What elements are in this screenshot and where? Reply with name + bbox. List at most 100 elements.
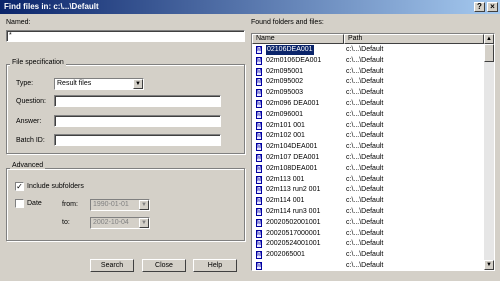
- table-row[interactable]: M 02m095003 c:\...\Default: [252, 88, 484, 99]
- results-list[interactable]: Name Path M 02106DEA001 c:\...\Default M 02m…: [251, 33, 495, 271]
- column-header-name[interactable]: Name: [252, 34, 344, 44]
- result-file-icon: M: [256, 164, 262, 173]
- type-select[interactable]: Result files ▼: [54, 78, 144, 90]
- chevron-down-icon[interactable]: ▼: [133, 79, 143, 89]
- table-row[interactable]: M 20020524001001 c:\...\Default: [252, 239, 484, 250]
- table-row[interactable]: M 02m102 001 c:\...\Default: [252, 131, 484, 142]
- row-name: 20020524001001: [266, 240, 321, 248]
- result-file-icon: M: [256, 240, 262, 249]
- table-row[interactable]: M 02m095002 c:\...\Default: [252, 77, 484, 88]
- date-checkbox[interactable]: [15, 199, 24, 208]
- table-row[interactable]: M 02m095001 c:\...\Default: [252, 67, 484, 78]
- row-path: c:\...\Default: [346, 143, 384, 151]
- table-row[interactable]: Mc:\...\Default: [252, 261, 484, 270]
- row-path: c:\...\Default: [346, 89, 384, 97]
- table-row[interactable]: M 02m113 001 c:\...\Default: [252, 175, 484, 186]
- row-path: c:\...\Default: [346, 240, 384, 248]
- type-label: Type:: [16, 80, 34, 87]
- help-button[interactable]: Help: [193, 259, 237, 272]
- result-file-icon: M: [256, 154, 262, 162]
- result-file-icon: M: [256, 78, 262, 87]
- close-title-button[interactable]: ×: [487, 2, 498, 12]
- help-title-button[interactable]: ?: [474, 2, 485, 12]
- to-date-picker[interactable]: 2002-10-04 ▼: [90, 217, 150, 229]
- table-row[interactable]: M 02m113 run2 001 c:\...\Default: [252, 185, 484, 196]
- row-name: 02m113 001: [266, 175, 305, 183]
- result-file-icon: M: [256, 143, 262, 152]
- result-file-icon: M: [256, 132, 262, 141]
- row-name: 02m102 001: [266, 132, 305, 140]
- table-row[interactable]: M 02106DEA001 c:\...\Default: [252, 45, 484, 56]
- result-file-icon: M: [256, 100, 262, 108]
- row-name: 02m095001: [266, 67, 303, 75]
- table-row[interactable]: M 2002065001 c:\...\Default: [252, 250, 484, 261]
- row-name: 2002050200​1001: [266, 218, 321, 226]
- find-files-window: Find files in: c:\...\Default ? × Named:…: [0, 0, 500, 281]
- question-input[interactable]: [54, 95, 221, 107]
- close-button[interactable]: Close: [142, 259, 186, 272]
- include-subfolders-label: Include subfolders: [27, 183, 84, 190]
- table-row[interactable]: M 02m108DEA001 c:\...\Default: [252, 164, 484, 175]
- result-file-icon: M: [256, 262, 262, 270]
- search-button[interactable]: Search: [90, 259, 134, 272]
- table-row[interactable]: M 02m114 001 c:\...\Default: [252, 196, 484, 207]
- advanced-label: Advanced: [10, 162, 46, 169]
- to-label: to:: [62, 219, 70, 226]
- result-file-icon: M: [256, 89, 262, 98]
- result-file-icon: M: [256, 251, 262, 260]
- row-name: 20020517000001: [266, 229, 321, 237]
- window-title: Find files in: c:\...\Default: [4, 2, 99, 11]
- row-path: c:\...\Default: [346, 121, 384, 129]
- chevron-down-icon[interactable]: ▼: [139, 218, 149, 228]
- table-row[interactable]: M 20020517000001 c:\...\Default: [252, 229, 484, 240]
- result-file-icon: M: [256, 229, 262, 238]
- result-file-icon: M: [256, 46, 262, 54]
- table-row[interactable]: M 02m114 run3 001 c:\...\Default: [252, 207, 484, 218]
- result-file-icon: M: [256, 67, 262, 76]
- scroll-thumb[interactable]: [484, 44, 494, 62]
- result-file-icon: M: [256, 175, 262, 184]
- row-name: 02m104DEA001: [266, 143, 318, 151]
- row-path: c:\...\Default: [346, 56, 384, 64]
- scroll-down-arrow-icon[interactable]: ▼: [484, 260, 494, 270]
- named-input[interactable]: *: [6, 30, 245, 42]
- include-subfolders-checkbox[interactable]: ✓: [15, 182, 24, 191]
- row-path: c:\...\Default: [346, 132, 384, 140]
- row-path: c:\...\Default: [346, 208, 384, 215]
- table-row[interactable]: M 02m096001 c:\...\Default: [252, 110, 484, 121]
- table-row[interactable]: M 02m107 DEA001 c:\...\Default: [252, 153, 484, 164]
- row-name: 02m114 001: [266, 197, 305, 205]
- batch-id-input[interactable]: [54, 134, 221, 146]
- scroll-up-arrow-icon[interactable]: ▲: [484, 34, 494, 44]
- results-label: Found folders and files:: [251, 19, 324, 26]
- column-header-path[interactable]: Path: [344, 34, 484, 44]
- title-bar: Find files in: c:\...\Default ? ×: [0, 0, 500, 14]
- table-row[interactable]: M 02m101 001 c:\...\Default: [252, 121, 484, 132]
- from-date-picker[interactable]: 1990-01-01 ▼: [90, 199, 150, 211]
- table-row[interactable]: M 2002050200​1001 c:\...\Default: [252, 218, 484, 229]
- row-path: c:\...\Default: [346, 251, 384, 259]
- row-path: c:\...\Default: [346, 175, 384, 183]
- result-file-icon: M: [256, 208, 262, 216]
- row-path: c:\...\Default: [346, 100, 384, 107]
- vertical-scrollbar[interactable]: ▲ ▼: [484, 34, 494, 270]
- row-name: 02m095003: [266, 89, 303, 97]
- row-path: c:\...\Default: [346, 78, 384, 86]
- row-name: 02m096 DEA001: [266, 100, 320, 107]
- answer-input[interactable]: [54, 115, 221, 127]
- result-file-icon: M: [256, 197, 262, 206]
- row-path: c:\...\Default: [346, 197, 384, 205]
- table-row[interactable]: M 02m104DEA001 c:\...\Default: [252, 142, 484, 153]
- result-file-icon: M: [256, 56, 262, 65]
- row-path: c:\...\Default: [346, 67, 384, 75]
- file-spec-label: File specification: [10, 59, 66, 66]
- date-label: Date: [27, 200, 42, 207]
- chevron-down-icon[interactable]: ▼: [139, 200, 149, 210]
- row-path: c:\...\Default: [346, 186, 384, 194]
- answer-label: Answer:: [16, 118, 42, 125]
- table-row[interactable]: M 02m096 DEA001 c:\...\Default: [252, 99, 484, 110]
- result-file-icon: M: [256, 186, 262, 195]
- row-name: 02m107 DEA001: [266, 154, 320, 161]
- table-row[interactable]: M 02m0106DEA001 c:\...\Default: [252, 56, 484, 67]
- row-path: c:\...\Default: [346, 154, 384, 161]
